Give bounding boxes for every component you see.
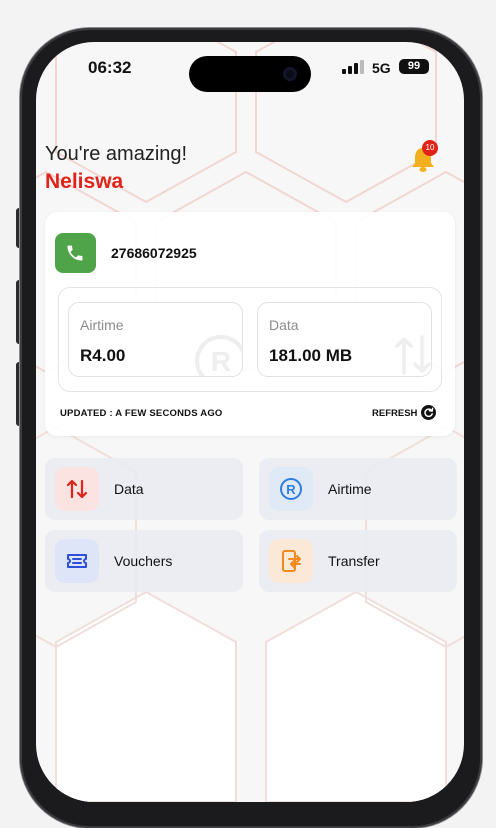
status-time: 06:32 [88,58,132,77]
svg-text:R: R [286,482,296,497]
data-action-button[interactable]: Data [45,458,243,520]
data-arrows-watermark-icon [395,335,431,375]
front-camera [283,67,297,81]
balances-panel: Airtime R4.00 R Data 181.00 MB [58,287,442,392]
rand-watermark-icon: R [195,335,242,377]
status-bar: 06:32 5G 99 [36,42,464,102]
signal-strength-icon [342,60,364,74]
network-type: 5G [372,60,391,76]
airtime-balance-tile: Airtime R4.00 R [68,302,243,377]
rand-icon: R [269,467,313,511]
refresh-icon[interactable] [421,405,436,420]
data-balance-label: Data [269,317,299,333]
account-card: 27686072925 Airtime R4.00 R Data 181.00 … [45,212,455,436]
app-screen: 06:32 5G 99 You're amazing! Neliswa 10 2… [36,42,464,802]
airtime-action-button[interactable]: R Airtime [259,458,457,520]
notification-badge: 10 [422,140,438,156]
data-balance-value: 181.00 MB [269,346,353,365]
transfer-action-button[interactable]: Transfer [259,530,457,592]
greeting-text: You're amazing! [45,143,188,165]
transfer-action-label: Transfer [328,553,380,569]
transfer-icon [269,539,313,583]
last-updated-text: UPDATED : A FEW SECONDS AGO [60,408,223,419]
refresh-button[interactable]: REFRESH [372,408,417,419]
airtime-balance-value: R4.00 [80,346,126,365]
data-balance-tile: Data 181.00 MB [257,302,432,377]
dynamic-island [189,56,311,92]
data-action-label: Data [114,481,144,497]
data-arrows-icon [55,467,99,511]
airtime-action-label: Airtime [328,481,372,497]
svg-text:R: R [211,346,231,377]
vouchers-action-button[interactable]: Vouchers [45,530,243,592]
user-name: Neliswa [45,170,124,193]
phone-number: 27686072925 [111,245,197,261]
battery-indicator: 99 [399,59,429,74]
voucher-icon [55,539,99,583]
vouchers-action-label: Vouchers [114,553,173,569]
phone-icon [55,233,96,273]
airtime-balance-label: Airtime [80,317,124,333]
